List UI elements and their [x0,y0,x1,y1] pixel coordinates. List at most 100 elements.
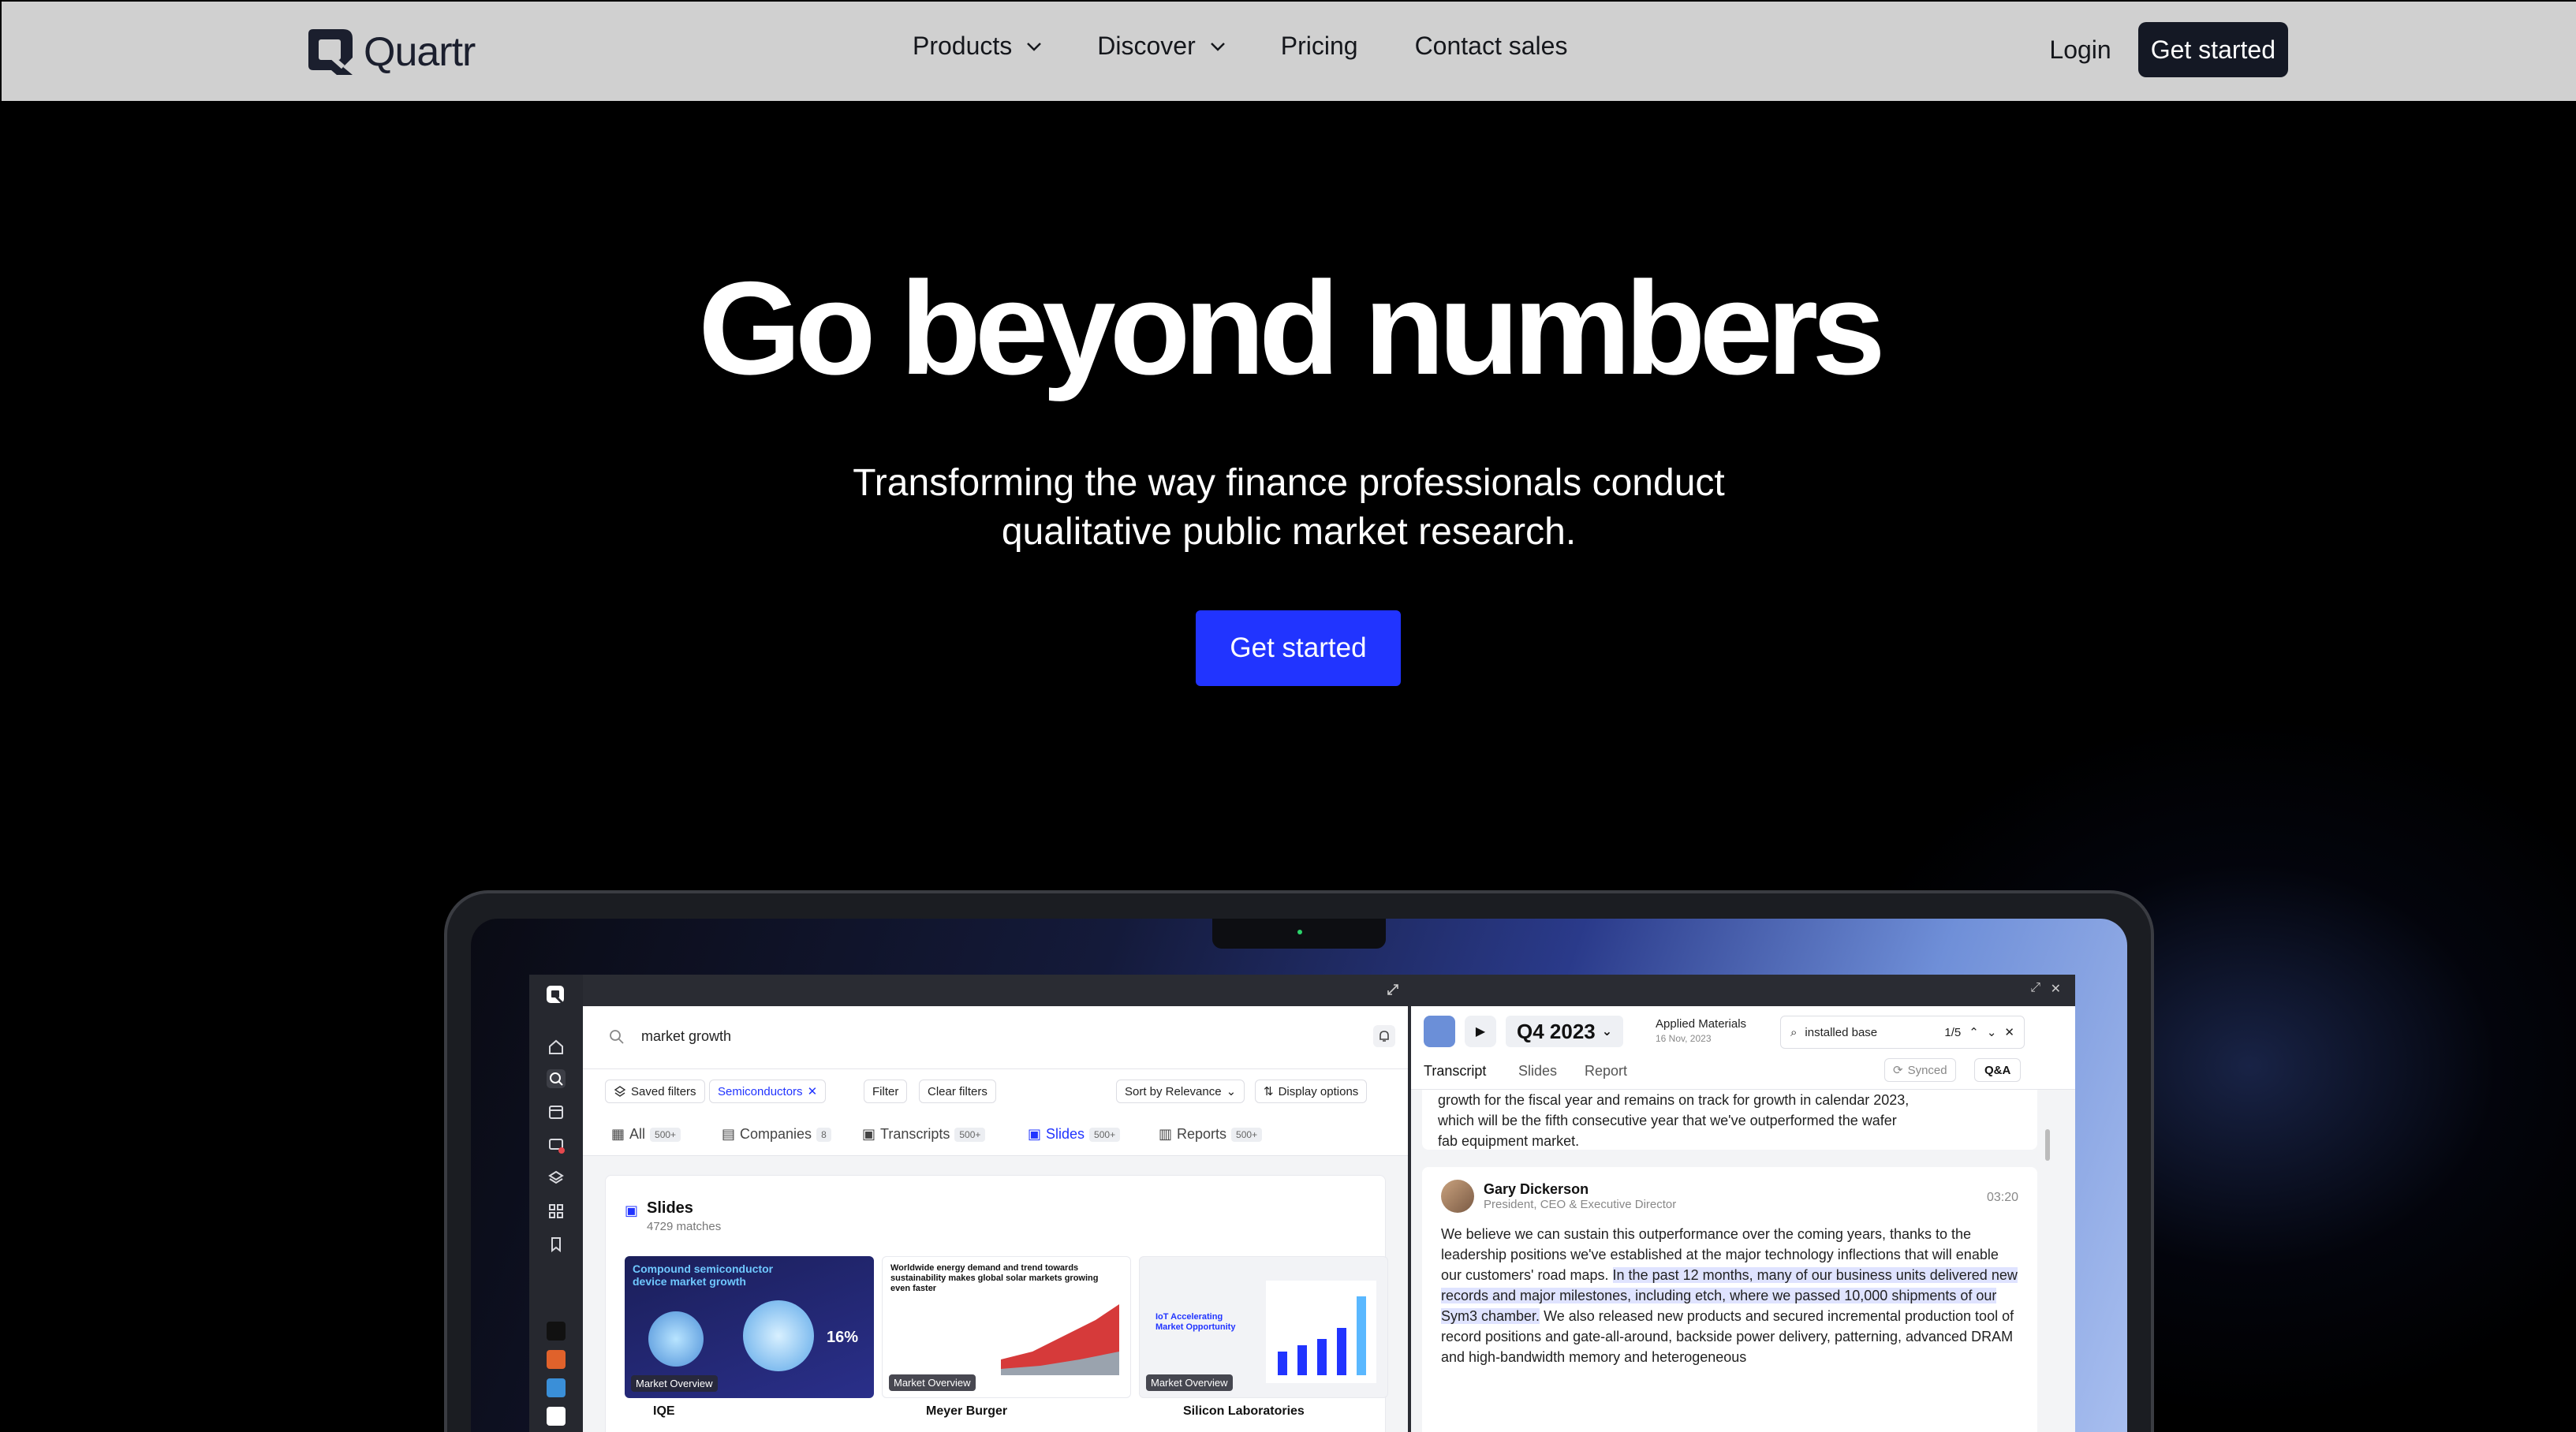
hero-title: Go beyond numbers [698,254,1886,402]
slide-badge: Market Overview [631,1375,718,1392]
search-icon [610,1030,624,1044]
slides-icon: ▣ [1028,1126,1042,1142]
quarter-label: Q4 2023 [1517,1019,1596,1043]
nav-get-started-button[interactable]: Get started [2137,22,2288,77]
chevron-down-icon [1210,42,1225,51]
panel-titlebar: ⤢ ✕ [1411,975,2075,1006]
tab-reports-label: Reports [1177,1126,1227,1142]
close-icon[interactable]: ✕ [2004,1025,2014,1039]
tab-all[interactable]: ▦ All 500+ [611,1126,681,1143]
grid-icon[interactable] [547,1202,566,1221]
search-icon[interactable] [547,1069,566,1088]
slide-heading: Worldwide energy demand and trend toward… [890,1263,1099,1293]
company-avatar-icon[interactable] [547,1378,566,1397]
company-avatar-icon[interactable] [547,1350,566,1369]
sliders-icon: ⇅ [1264,1085,1274,1098]
login-link[interactable]: Login [2049,35,2111,65]
find-count: 1/5 [1944,1025,1962,1039]
home-icon[interactable] [547,1038,566,1057]
slide-badge: Market Overview [889,1374,976,1391]
tab-reports[interactable]: ▥ Reports 500+ [1159,1126,1263,1143]
play-icon[interactable]: ▶ [1465,1016,1496,1047]
building-icon: ▤ [722,1126,736,1142]
tab-report[interactable]: Report [1585,1063,1627,1080]
tab-all-label: All [629,1126,646,1142]
sort-dropdown[interactable]: Sort by Relevance ⌄ [1116,1080,1245,1103]
hero-get-started-button[interactable]: Get started [1196,610,1401,686]
expand-icon[interactable]: ⤢ [2030,981,2040,995]
company-logo-icon [1424,1016,1455,1047]
transcript-text: We believe we can sustain this outperfor… [1441,1224,2018,1367]
nav-pricing[interactable]: Pricing [1281,32,1358,61]
scrollbar[interactable] [2045,1129,2050,1161]
tab-slides-label: Slides [1046,1126,1085,1142]
layers-icon[interactable] [547,1169,566,1188]
quartr-logo-icon[interactable] [545,984,567,1006]
tab-all-count: 500+ [650,1127,681,1142]
sort-label: Sort by Relevance [1125,1084,1222,1098]
tab-reports-count: 500+ [1231,1127,1263,1142]
transcript-icon: ▣ [862,1126,876,1142]
search-bar[interactable]: market growth [583,1006,1408,1069]
nav-discover[interactable]: Discover [1097,32,1225,61]
panel-titlebar [583,975,1408,1006]
transcript-block: Gary Dickerson President, CEO & Executiv… [1422,1167,2037,1432]
page: Quartr Products Discover Pricing Contact… [2,2,2576,1432]
transcript-tabs: Transcript Slides Report ⟳ Synced Q&A [1411,1049,2075,1092]
timestamp[interactable]: 03:20 [1987,1191,2018,1205]
bar-chart-thumbnail [1266,1281,1376,1383]
company-avatar-icon[interactable] [547,1322,566,1341]
area-chart-thumbnail [1001,1304,1119,1375]
nav-discover-label: Discover [1097,32,1196,60]
chevron-up-icon[interactable]: ⌃ [1969,1025,1979,1039]
nav-contact-sales[interactable]: Contact sales [1415,32,1568,61]
chart-circle [648,1311,704,1367]
tab-transcripts[interactable]: ▣ Transcripts 500+ [862,1126,986,1143]
close-icon[interactable]: ✕ [808,1084,818,1098]
slide-card[interactable]: IoT Accelerating Market Opportunity Mark… [1139,1256,1388,1398]
event-date: 16 Nov, 2023 [1656,1033,1712,1044]
transcript-search[interactable]: ⌕ installed base 1/5 ⌃ ⌄ ✕ [1780,1016,2025,1049]
tab-transcripts-count: 500+ [954,1127,986,1142]
qa-button[interactable]: Q&A [1974,1058,2022,1082]
filter-button[interactable]: Filter [864,1080,908,1103]
chevron-down-icon: ⌄ [1226,1085,1237,1098]
transcript-line: fab equipment market. [1438,1133,1580,1149]
results-title: Slides [647,1199,693,1217]
tab-slides[interactable]: Slides [1518,1063,1557,1080]
tab-companies-count: 8 [816,1127,831,1142]
speaker-name: Gary Dickerson [1484,1181,1589,1197]
slide-card[interactable]: Worldwide energy demand and trend toward… [882,1256,1131,1398]
quartr-logo[interactable]: Quartr [305,25,476,79]
tab-transcript[interactable]: Transcript [1424,1063,1487,1092]
semiconductors-filter-chip[interactable]: Semiconductors ✕ [709,1080,827,1103]
grid-icon: ▦ [611,1126,625,1142]
nav-products[interactable]: Products [913,32,1042,61]
speaker: Gary Dickerson President, CEO & Executiv… [1441,1180,2018,1213]
slide-company: IQE [653,1404,675,1418]
expand-icon[interactable] [1386,983,1400,997]
synced-button[interactable]: ⟳ Synced [1884,1058,1956,1082]
hero-subtitle-line-2: qualitative public market research. [1001,511,1577,553]
company-avatar-icon[interactable] [547,1407,566,1426]
transcript-body: growth for the fiscal year and remains o… [1411,1090,2075,1432]
tab-companies[interactable]: ▤ Companies 8 [722,1126,831,1143]
slide-card[interactable]: Compound semiconductor device market gro… [625,1256,874,1398]
clear-filters-button[interactable]: Clear filters [919,1080,996,1103]
saved-filters-button[interactable]: Saved filters [605,1080,705,1103]
chevron-down-icon[interactable]: ⌄ [1987,1025,1997,1039]
quarter-selector[interactable]: Q4 2023 ⌄ [1506,1016,1624,1047]
calendar-icon[interactable] [547,1102,566,1121]
close-icon[interactable]: ✕ [2051,981,2061,997]
chat-icon[interactable] [547,1136,566,1154]
transcript-line: which will be the fifth consecutive year… [1438,1113,1897,1128]
hero-subtitle-line-1: Transforming the way finance professiona… [853,462,1725,504]
tab-slides[interactable]: ▣ Slides 500+ [1028,1126,1121,1143]
laptop-mockup: market growth Saved filters Semiconducto… [444,890,2154,1432]
bell-icon[interactable] [1373,1025,1395,1047]
nav-pricing-label: Pricing [1280,32,1358,60]
search-input[interactable]: market growth [641,1028,731,1045]
slide-badge: Market Overview [1146,1374,1233,1391]
bookmark-icon[interactable] [547,1235,566,1254]
display-options-button[interactable]: ⇅ Display options [1255,1080,1368,1103]
